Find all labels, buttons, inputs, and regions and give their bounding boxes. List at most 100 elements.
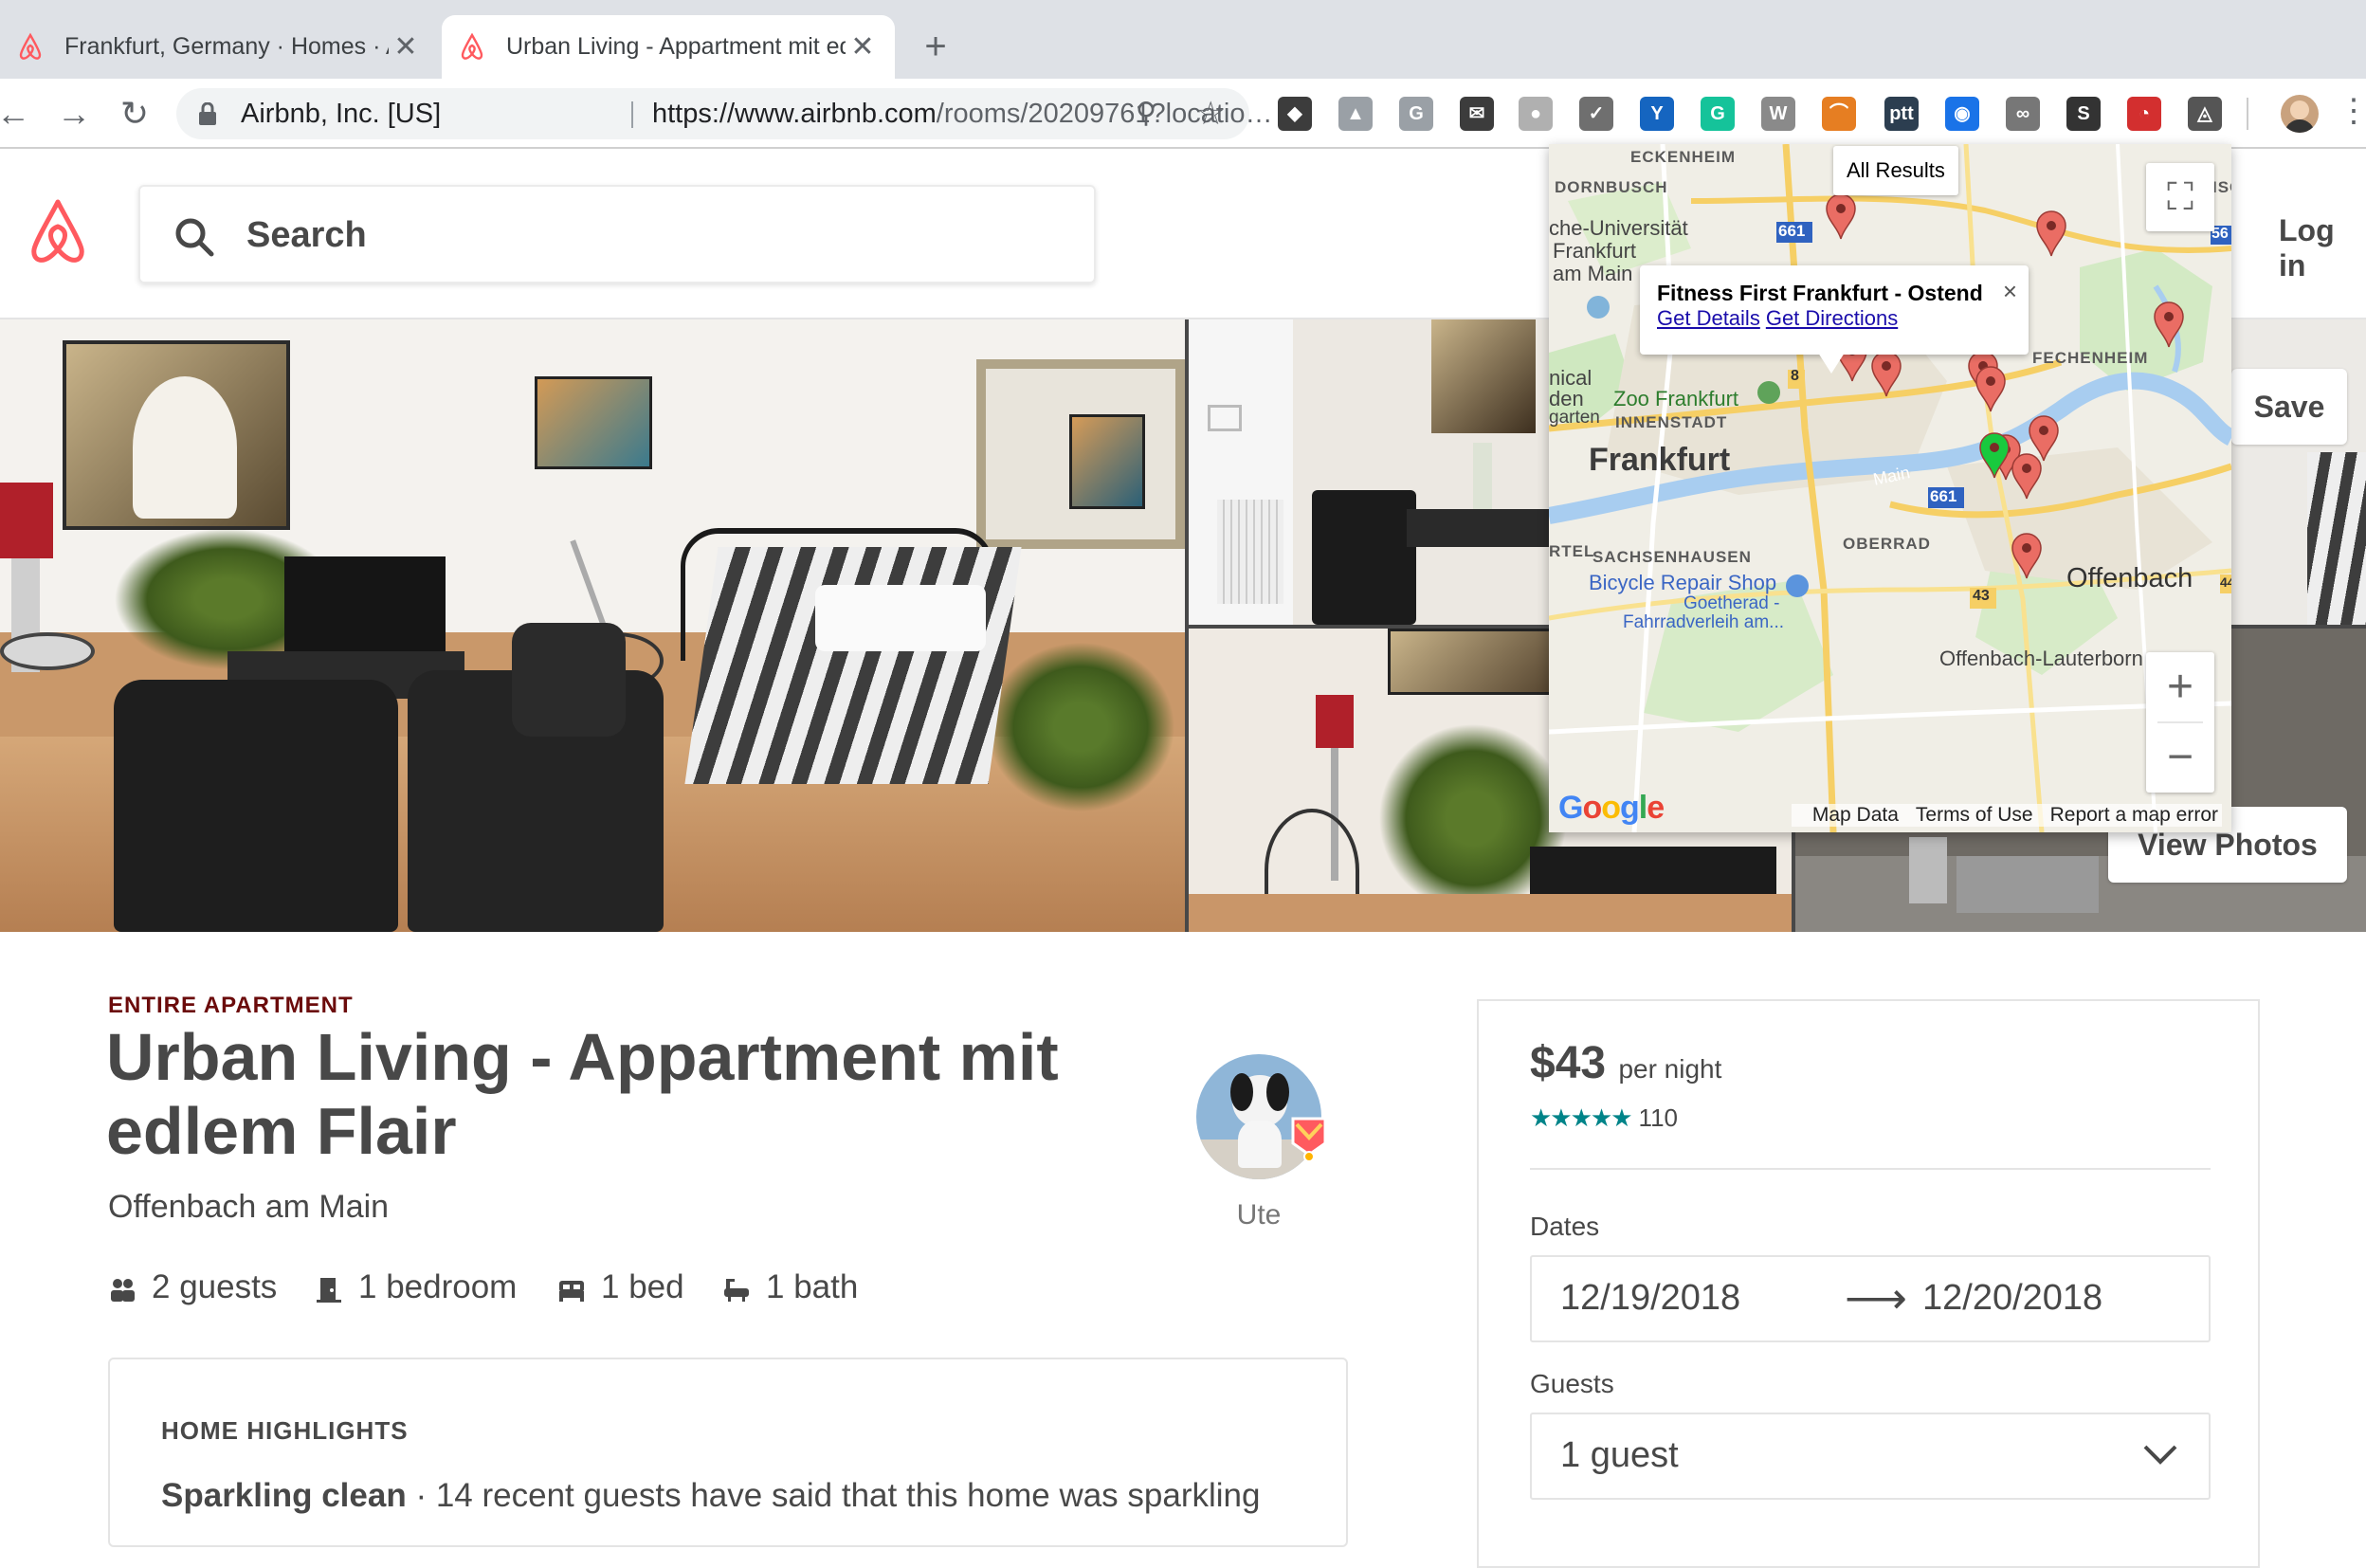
- airbnb-favicon-icon: [19, 32, 42, 60]
- pocket-icon[interactable]: ◆: [1278, 97, 1312, 131]
- site-identity: Airbnb, Inc. [US]: [241, 99, 442, 129]
- check-ext-icon[interactable]: ✓: [1579, 97, 1613, 131]
- rating[interactable]: ★★★★★ 110: [1530, 1103, 1678, 1133]
- s-ext-icon[interactable]: S: [2066, 97, 2101, 131]
- price-unit: per night: [1618, 1054, 1722, 1084]
- drive-icon[interactable]: ▲: [1338, 97, 1373, 131]
- reload-button[interactable]: ↻: [112, 91, 157, 137]
- info-window-close-icon[interactable]: ×: [2003, 277, 2017, 306]
- address-divider: [631, 101, 633, 128]
- rainbow-ext-icon[interactable]: ⌒: [1822, 97, 1856, 131]
- toolbar-divider: [2247, 98, 2248, 130]
- amenity-bedroom: 1 bedroom: [315, 1268, 517, 1306]
- map-pin-icon[interactable]: [2153, 301, 2185, 349]
- tv: [284, 556, 446, 651]
- map-poi-zoo[interactable]: Zoo Frankfurt: [1613, 387, 1738, 411]
- road-shield: 661: [1930, 487, 1957, 505]
- amenity-bath: 1 bath: [722, 1268, 858, 1306]
- fullscreen-icon[interactable]: ⛶: [2146, 163, 2214, 231]
- bike-ext-icon[interactable]: ∞: [2006, 97, 2040, 131]
- map-canvas[interactable]: [1549, 144, 2231, 832]
- map-data-link[interactable]: Map Data: [1812, 804, 1899, 826]
- map-pin-icon[interactable]: [2028, 415, 2060, 463]
- tab-close-icon[interactable]: ✕: [846, 30, 880, 64]
- map-label: RTEL: [1549, 542, 1595, 560]
- selected-map-pin-icon[interactable]: [1978, 432, 2011, 480]
- g-ext-icon[interactable]: G: [1399, 97, 1433, 131]
- listing-city[interactable]: Offenbach am Main: [108, 1189, 389, 1226]
- map-pin-icon[interactable]: [1975, 366, 2007, 413]
- arrow-right-icon: ⟶: [1845, 1273, 1907, 1322]
- terms-of-use-link[interactable]: Terms of Use: [1916, 804, 2033, 826]
- date-range-picker: 12/19/2018 ⟶ 12/20/2018: [1530, 1255, 2211, 1342]
- wikipedia-icon[interactable]: W: [1761, 97, 1795, 131]
- back-button[interactable]: ←: [0, 91, 36, 137]
- forward-button[interactable]: →: [51, 91, 97, 137]
- search-input[interactable]: Search: [138, 185, 1096, 283]
- highlight-text: · 14 recent guests have said that this h…: [406, 1477, 1261, 1514]
- tab-close-icon[interactable]: ✕: [389, 30, 423, 64]
- bedroom-icon: [317, 1277, 341, 1303]
- get-details-link[interactable]: Get Details: [1657, 306, 1760, 330]
- guests-select[interactable]: 1 guest: [1530, 1413, 2211, 1500]
- map-info-window: Fitness First Frankfurt - Ostend Get Det…: [1640, 265, 2029, 374]
- road-shield: 43: [1973, 588, 1990, 604]
- login-link[interactable]: Log in: [2279, 213, 2366, 283]
- map-label: OBERRAD: [1843, 535, 1931, 553]
- highlight-item: Sparkling clean · 14 recent guests have …: [161, 1477, 1260, 1515]
- profile-avatar[interactable]: [2281, 95, 2319, 133]
- zoom-in-button[interactable]: +: [2146, 652, 2214, 722]
- bookmark-star-icon[interactable]: ☆: [1196, 88, 1225, 139]
- map-poi-bicycle-shop[interactable]: Bicycle Repair Shop: [1589, 571, 1776, 595]
- get-directions-link[interactable]: Get Directions: [1766, 306, 1898, 330]
- wall-painting: [535, 376, 652, 469]
- new-tab-button[interactable]: +: [914, 25, 957, 68]
- lock-icon: [199, 102, 216, 125]
- map-pin-icon[interactable]: [1870, 351, 1902, 398]
- map-label-offenbach: Offenbach: [2066, 563, 2193, 593]
- airbnb-ext-icon[interactable]: ◬: [2188, 97, 2222, 131]
- map-footer-links: Map Data Terms of Use Report a map error: [1791, 804, 2222, 827]
- guests-icon: [111, 1278, 135, 1302]
- tab-title: Frankfurt, Germany · Homes · Airbnb: [64, 33, 389, 60]
- price-amount: $43: [1530, 1038, 1607, 1088]
- zoom-out-button[interactable]: −: [2146, 722, 2214, 793]
- browser-menu-icon[interactable]: ⋮: [2338, 92, 2366, 130]
- google-logo: Google: [1558, 790, 1665, 826]
- amenity-label: 1 bedroom: [358, 1268, 518, 1305]
- highlights-heading: HOME HIGHLIGHTS: [161, 1416, 409, 1445]
- tab-urban-living[interactable]: Urban Living - Appartment mit edlem Flai…: [442, 15, 895, 79]
- mail-ext-icon[interactable]: ✉: [1460, 97, 1494, 131]
- map-pin-icon[interactable]: [2035, 210, 2067, 258]
- y-ext-icon[interactable]: Y: [1640, 97, 1674, 131]
- check-in-input[interactable]: 12/19/2018: [1560, 1278, 1740, 1319]
- circle-ext-icon[interactable]: ●: [1519, 97, 1553, 131]
- browser-toolbar: ← → ↻ Airbnb, Inc. [US] https://www.airb…: [0, 79, 2366, 149]
- check-out-input[interactable]: 12/20/2018: [1922, 1278, 2102, 1319]
- map-pin-icon[interactable]: [2011, 533, 2043, 580]
- map-label: ECKENHEIM: [1630, 148, 1737, 166]
- tab-frankfurt-homes[interactable]: Frankfurt, Germany · Homes · Airbnb ✕: [0, 15, 438, 79]
- map-overlay[interactable]: 661 661 8 43 44 56 ECKENHEIM DORNBUSCH c…: [1549, 144, 2231, 832]
- lock-ext-icon[interactable]: ◉: [1945, 97, 1979, 131]
- map-label-frankfurt: Frankfurt: [1589, 442, 1731, 478]
- main-photo[interactable]: [0, 319, 1185, 932]
- red-ext-icon[interactable]: ◔: [2127, 97, 2161, 131]
- zoom-icon[interactable]: ⚲: [1136, 88, 1156, 139]
- host-name[interactable]: Ute: [1196, 1199, 1321, 1231]
- address-bar[interactable]: Airbnb, Inc. [US] https://www.airbnb.com…: [176, 88, 1272, 139]
- map-pin-icon[interactable]: [1825, 193, 1857, 241]
- amenity-guests: 2 guests: [108, 1268, 277, 1306]
- all-results-button[interactable]: All Results: [1833, 146, 1958, 195]
- save-button[interactable]: Save: [2231, 369, 2347, 445]
- report-map-error-link[interactable]: Report a map error: [2050, 804, 2218, 826]
- map-label: ISC: [2212, 178, 2231, 196]
- dates-label: Dates: [1530, 1212, 1600, 1241]
- grammarly-icon[interactable]: G: [1701, 97, 1735, 131]
- guests-label: Guests: [1530, 1369, 1614, 1398]
- map-label: INNENSTADT: [1615, 413, 1728, 431]
- airbnb-logo-icon[interactable]: [27, 198, 89, 266]
- ptt-ext-icon[interactable]: ptt: [1884, 97, 1919, 131]
- info-window-title: Fitness First Frankfurt - Ostend: [1657, 281, 1983, 305]
- photo-bedroom[interactable]: [2231, 319, 2366, 625]
